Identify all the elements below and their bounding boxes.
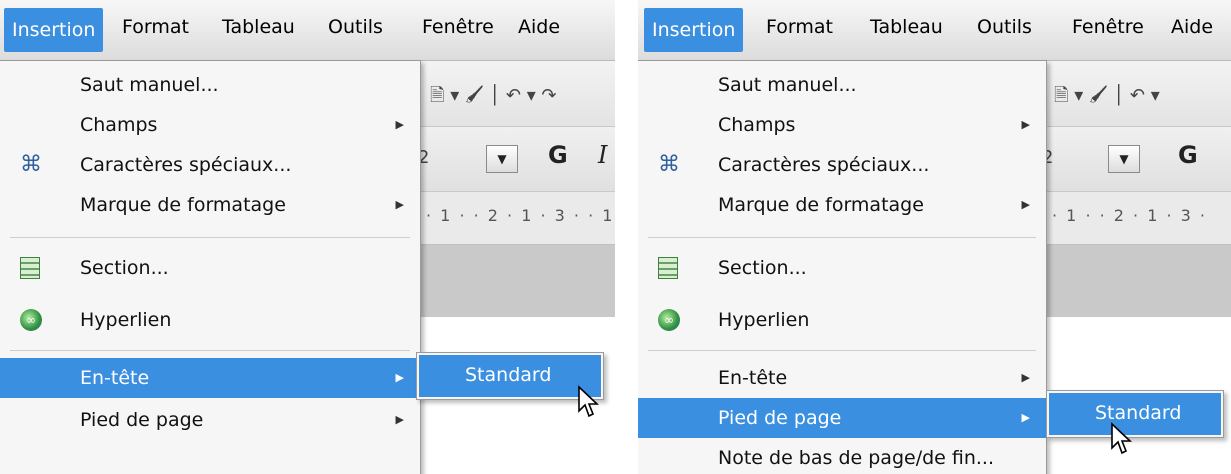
menu-separator bbox=[648, 350, 1036, 351]
menu-item-marque-de-formatage[interactable]: Marque de formatage ▶ bbox=[0, 185, 420, 225]
menu-insertion[interactable]: Insertion bbox=[644, 8, 744, 52]
menu-format[interactable]: Format bbox=[122, 16, 189, 38]
toolbar-icons: 🗎 ▾ 🖌 │ ↶ ▾ bbox=[1054, 85, 1160, 106]
italic-button[interactable]: I bbox=[598, 141, 607, 169]
submenu-arrow-icon: ▶ bbox=[1021, 371, 1030, 384]
special-characters-icon: ⌘ bbox=[658, 152, 680, 177]
submenu-item-standard[interactable]: Standard bbox=[1049, 393, 1221, 435]
mouse-cursor-icon bbox=[1111, 422, 1133, 455]
menu-item-saut-manuel[interactable]: Saut manuel... bbox=[0, 65, 420, 105]
menu-item-caracteres-speciaux[interactable]: ⌘ Caractères spéciaux... bbox=[0, 145, 420, 185]
ruler-numbers: · 1 · · 2 · 1 · 3 · bbox=[1052, 206, 1208, 225]
bold-button[interactable]: G bbox=[548, 141, 568, 169]
toolbar-icons: 🗎 ▾ 🖌 │ ↶ ▾ ↷ bbox=[430, 85, 557, 106]
menu-item-hyperlien[interactable]: ∞ Hyperlien bbox=[638, 300, 1046, 340]
menu-item-section[interactable]: Section... bbox=[638, 248, 1046, 288]
menu-aide[interactable]: Aide bbox=[518, 16, 560, 38]
menu-item-saut-manuel[interactable]: Saut manuel... bbox=[638, 65, 1046, 105]
menu-bar: Insertion Format Tableau Outils Fenêtre … bbox=[0, 0, 615, 61]
menu-fenetre[interactable]: Fenêtre bbox=[422, 16, 494, 38]
ruler-numbers: · 1 · · 2 · 1 · 3 · · 1 · bbox=[426, 206, 615, 225]
pied-de-page-submenu: Standard bbox=[1046, 390, 1224, 438]
panel-divider bbox=[615, 0, 638, 474]
menu-item-caracteres-speciaux[interactable]: ⌘ Caractères spéciaux... bbox=[638, 145, 1046, 185]
menu-bar: Insertion Format Tableau Outils Fenêtre … bbox=[638, 0, 1231, 61]
menu-separator bbox=[648, 237, 1036, 238]
hyperlink-icon: ∞ bbox=[658, 309, 680, 331]
menu-item-champs[interactable]: Champs ▶ bbox=[638, 105, 1046, 145]
special-characters-icon: ⌘ bbox=[20, 152, 42, 177]
menu-aide[interactable]: Aide bbox=[1171, 16, 1213, 38]
section-icon bbox=[20, 257, 40, 279]
menu-item-pied-de-page[interactable]: Pied de page ▶ bbox=[638, 398, 1046, 438]
menu-outils[interactable]: Outils bbox=[977, 16, 1032, 38]
menu-item-section[interactable]: Section... bbox=[0, 248, 420, 288]
insertion-menu: Saut manuel... Champs ▶ ⌘ Caractères spéci… bbox=[638, 60, 1047, 474]
menu-fenetre[interactable]: Fenêtre bbox=[1072, 16, 1144, 38]
bold-button[interactable]: G bbox=[1178, 141, 1198, 169]
en-tete-submenu: Standard bbox=[416, 352, 604, 400]
hyperlink-icon: ∞ bbox=[20, 309, 42, 331]
submenu-arrow-icon: ▶ bbox=[395, 371, 404, 384]
submenu-arrow-icon: ▶ bbox=[395, 413, 404, 426]
font-size-dropdown[interactable]: ▼ bbox=[1108, 145, 1140, 173]
menu-item-champs[interactable]: Champs ▶ bbox=[0, 105, 420, 145]
submenu-arrow-icon: ▶ bbox=[1021, 118, 1030, 131]
menu-separator bbox=[10, 350, 410, 351]
submenu-arrow-icon: ▶ bbox=[395, 118, 404, 131]
left-screenshot: Insertion Format Tableau Outils Fenêtre … bbox=[0, 0, 615, 474]
menu-tableau[interactable]: Tableau bbox=[222, 16, 295, 38]
insertion-menu: Saut manuel... Champs ▶ ⌘ Caractères spéci… bbox=[0, 60, 421, 474]
menu-tableau[interactable]: Tableau bbox=[870, 16, 943, 38]
font-size-dropdown[interactable]: ▼ bbox=[486, 145, 518, 173]
submenu-arrow-icon: ▶ bbox=[1021, 411, 1030, 424]
menu-item-note-de-bas-de-page[interactable]: Note de bas de page/de fin... bbox=[638, 438, 1046, 474]
menu-item-en-tete[interactable]: En-tête ▶ bbox=[638, 358, 1046, 398]
menu-item-en-tete[interactable]: En-tête ▶ bbox=[0, 358, 420, 398]
menu-insertion[interactable]: Insertion bbox=[4, 8, 104, 52]
submenu-arrow-icon: ▶ bbox=[395, 198, 404, 211]
menu-outils[interactable]: Outils bbox=[328, 16, 383, 38]
right-screenshot: Insertion Format Tableau Outils Fenêtre … bbox=[638, 0, 1231, 474]
menu-format[interactable]: Format bbox=[766, 16, 833, 38]
section-icon bbox=[658, 257, 678, 279]
menu-separator bbox=[10, 237, 410, 238]
mouse-cursor-icon bbox=[578, 385, 600, 418]
menu-item-marque-de-formatage[interactable]: Marque de formatage ▶ bbox=[638, 185, 1046, 225]
submenu-arrow-icon: ▶ bbox=[1021, 198, 1030, 211]
submenu-item-standard[interactable]: Standard bbox=[419, 355, 601, 397]
menu-item-hyperlien[interactable]: ∞ Hyperlien bbox=[0, 300, 420, 340]
menu-item-pied-de-page[interactable]: Pied de page ▶ bbox=[0, 400, 420, 440]
